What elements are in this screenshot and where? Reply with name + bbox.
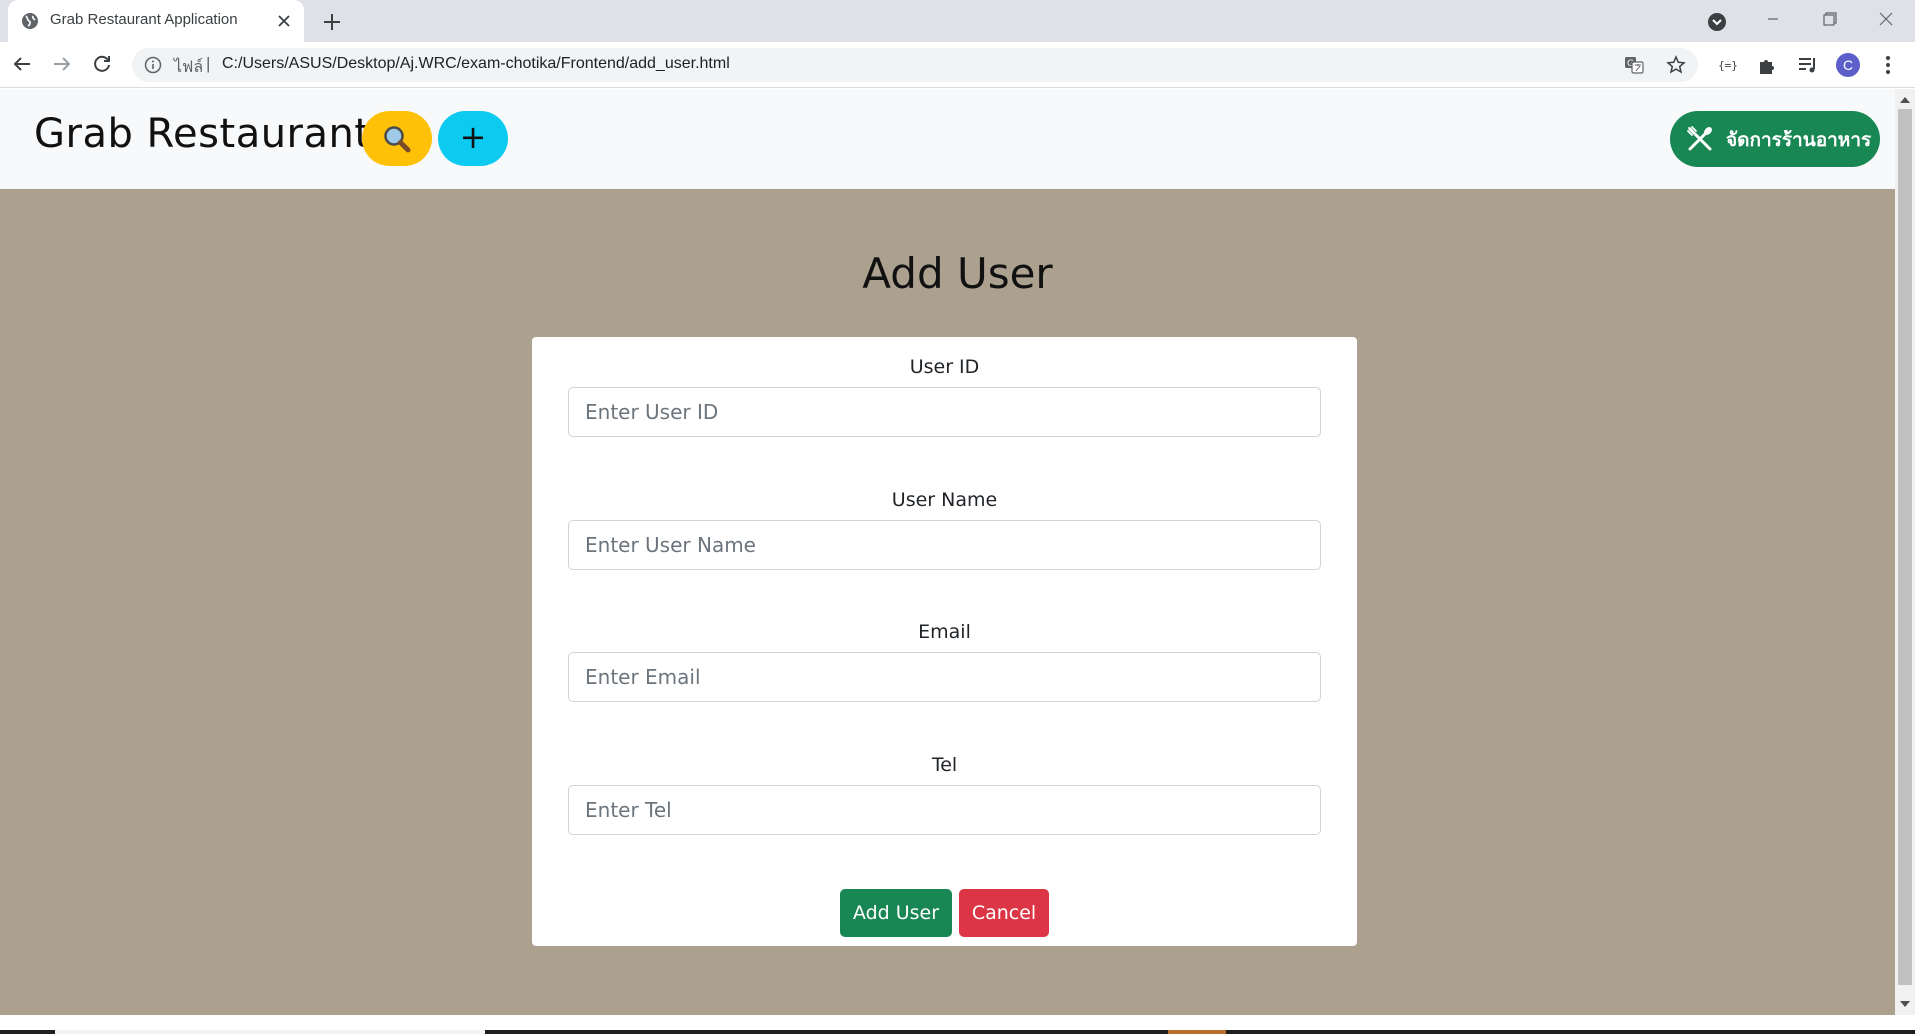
extensions-puzzle-icon[interactable] — [1756, 53, 1780, 77]
translate-icon[interactable]: G — [1624, 55, 1644, 75]
json-viewer-extension-icon[interactable]: {=} — [1716, 53, 1740, 77]
back-arrow-icon[interactable] — [10, 52, 34, 76]
tab-search-icon[interactable] — [1706, 11, 1728, 33]
browser-tabstrip: Grab Restaurant Application — [0, 0, 1915, 42]
brand-title[interactable]: Grab Restaurant — [34, 111, 371, 157]
scroll-down-arrow-icon[interactable] — [1900, 1001, 1910, 1007]
page-scrollbar[interactable] — [1895, 89, 1915, 1015]
url-separator: | — [206, 54, 211, 73]
page-viewport: Grab Restaurant + จัดการร้านอาหาร Add Us… — [0, 89, 1895, 1015]
manage-restaurants-button[interactable]: จัดการร้านอาหาร — [1670, 111, 1880, 167]
user-id-input[interactable] — [568, 387, 1321, 437]
bottom-strip — [0, 1015, 1915, 1034]
add-button[interactable]: + — [438, 111, 508, 166]
tab-title: Grab Restaurant Application — [50, 11, 238, 28]
restore-window-icon[interactable] — [1816, 8, 1842, 30]
bookmark-star-icon[interactable] — [1666, 55, 1686, 75]
scroll-up-arrow-icon[interactable] — [1900, 97, 1910, 103]
minimize-window-icon[interactable] — [1760, 8, 1786, 30]
user-name-label: User Name — [891, 489, 998, 511]
close-tab-icon[interactable] — [274, 11, 294, 31]
kebab-menu-icon[interactable] — [1876, 53, 1900, 77]
search-button[interactable] — [362, 111, 432, 166]
user-name-input[interactable] — [568, 520, 1321, 570]
site-navbar: Grab Restaurant + จัดการร้านอาหาร — [0, 89, 1895, 189]
tel-input[interactable] — [568, 785, 1321, 835]
add-user-button[interactable]: Add User — [840, 889, 952, 937]
svg-text:{=}: {=} — [1718, 59, 1738, 72]
utensils-icon — [1687, 126, 1712, 151]
taskbar-segment — [1168, 1030, 1226, 1034]
cancel-button[interactable]: Cancel — [959, 889, 1049, 937]
profile-avatar[interactable]: C — [1836, 53, 1860, 77]
plus-icon: + — [459, 118, 487, 156]
new-tab-icon[interactable] — [320, 10, 344, 34]
forward-arrow-icon[interactable] — [50, 52, 74, 76]
info-icon[interactable] — [144, 56, 162, 74]
add-user-form: User ID User Name Email Tel Add User Can… — [532, 337, 1357, 946]
browser-toolbar: ไฟล์ | C:/Users/ASUS/Desktop/Aj.WRC/exam… — [0, 42, 1915, 88]
globe-icon — [22, 13, 38, 29]
url-text[interactable]: C:/Users/ASUS/Desktop/Aj.WRC/exam-chotik… — [222, 55, 730, 73]
close-window-icon[interactable] — [1873, 8, 1899, 30]
page-title: Add User — [862, 249, 1053, 298]
email-label: Email — [918, 621, 971, 643]
email-input[interactable] — [568, 652, 1321, 702]
user-id-label: User ID — [909, 356, 980, 378]
url-scheme-label: ไฟล์ — [174, 59, 204, 76]
address-bar[interactable]: ไฟล์ | C:/Users/ASUS/Desktop/Aj.WRC/exam… — [132, 48, 1698, 82]
browser-tab-active[interactable]: Grab Restaurant Application — [8, 0, 304, 42]
media-queue-icon[interactable] — [1796, 53, 1820, 77]
reload-icon[interactable] — [90, 52, 114, 76]
magnifier-icon — [384, 126, 411, 153]
tel-label: Tel — [931, 754, 958, 776]
scrollbar-thumb[interactable] — [1898, 109, 1912, 985]
taskbar-segment — [55, 1030, 485, 1034]
manage-restaurants-label: จัดการร้านอาหาร — [1726, 129, 1872, 151]
